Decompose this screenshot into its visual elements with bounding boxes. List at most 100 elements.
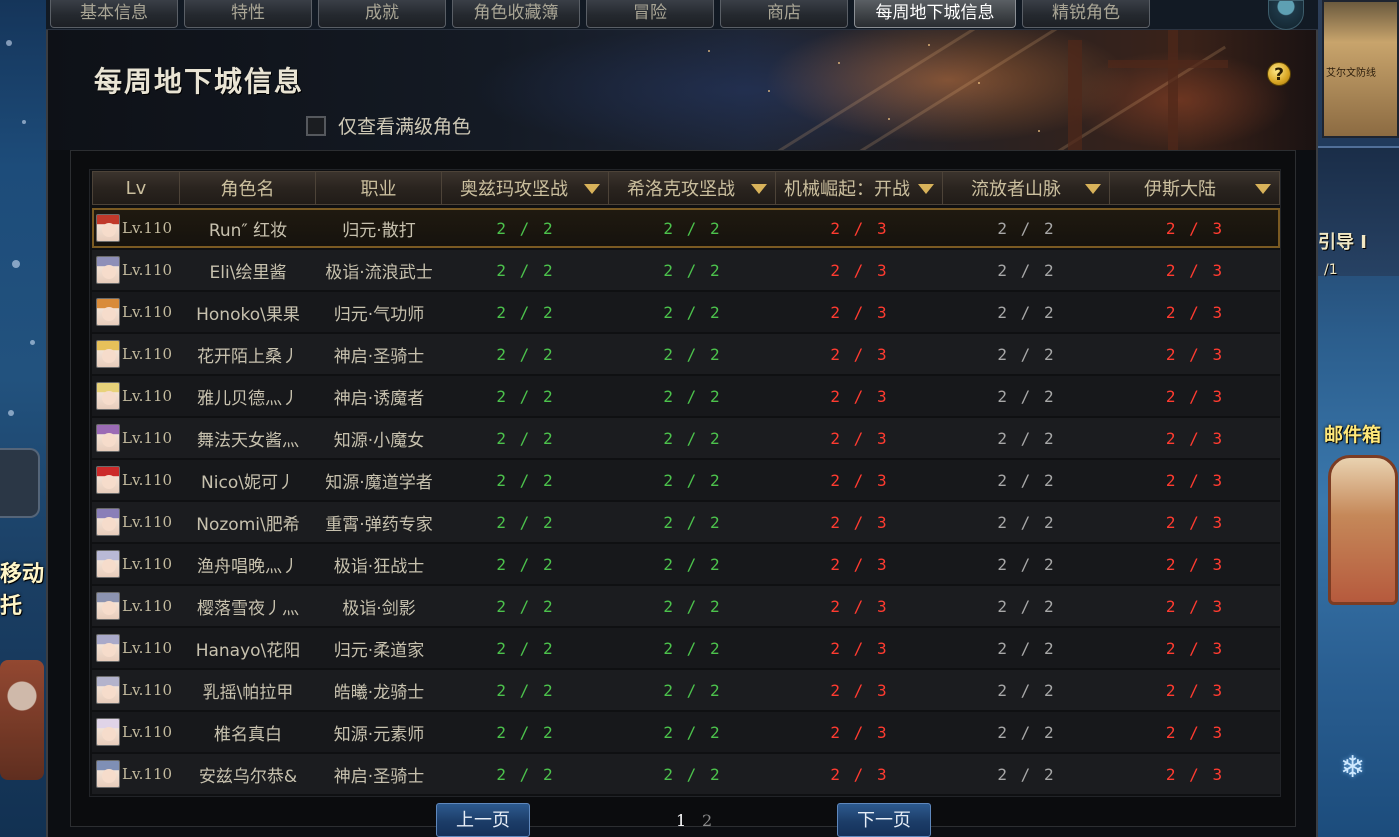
tab-elite-characters[interactable]: 精锐角色: [1022, 0, 1150, 28]
character-avatar-icon: [96, 424, 120, 452]
table-row[interactable]: Lv.110 渔舟唱晚灬丿 极诣·狂战士 2 / 2 2 / 2 2 / 3 2 / 2 2 …: [92, 544, 1280, 584]
dungeon-clear-count: 2 / 2: [663, 554, 722, 574]
tab-adventure[interactable]: 冒险: [586, 0, 714, 28]
tab-shop[interactable]: 商店: [720, 0, 848, 28]
dropdown-arrow-icon[interactable]: [584, 184, 600, 194]
dropdown-arrow-icon[interactable]: [918, 184, 934, 194]
character-job: 知源·魔道学者: [325, 472, 433, 493]
dropdown-arrow-icon[interactable]: [1085, 184, 1101, 194]
table-row[interactable]: Lv.110 Hanayo\花阳 归元·柔道家 2 / 2 2 / 2 2 / 3 2 / …: [92, 628, 1280, 668]
dungeon-clear-count: 2 / 2: [496, 302, 555, 322]
page-number-2[interactable]: 2: [702, 811, 712, 830]
table-row[interactable]: Lv.110 Nozomi\肥希 重霄·弹药专家 2 / 2 2 / 2 2 / 3 2 /…: [92, 502, 1280, 542]
level-cell: Lv.110: [92, 376, 180, 416]
character-job: 归元·气功师: [333, 304, 425, 325]
header-lv[interactable]: Lv: [92, 171, 180, 205]
dungeon-clear-count: 2 / 2: [663, 764, 722, 784]
character-avatar-icon: [96, 214, 120, 242]
dropdown-arrow-icon[interactable]: [1255, 184, 1271, 194]
dungeon-clear-count: 2 / 2: [997, 386, 1056, 406]
character-job: 神启·圣骑士: [333, 346, 425, 367]
character-job: 极诣·剑影: [342, 598, 416, 619]
tab-character-collection[interactable]: 角色收藏簿: [452, 0, 580, 28]
dungeon-clear-count: 2 / 2: [663, 344, 722, 364]
character-name: 渔舟唱晚灬丿: [197, 556, 299, 577]
dungeon-clear-count: 2 / 2: [997, 428, 1056, 448]
dungeon-clear-count: 2 / 2: [997, 638, 1056, 658]
dungeon-clear-count: 2 / 2: [663, 680, 722, 700]
max-level-checkbox[interactable]: [306, 115, 326, 136]
header-dungeon-2-label: 希洛克攻坚战: [627, 179, 735, 200]
dungeon-clear-count: 2 / 3: [1165, 512, 1225, 532]
tab-achievements[interactable]: 成就: [318, 0, 446, 28]
character-name: 椎名真白: [214, 724, 282, 745]
header-dungeon-2[interactable]: 希洛克攻坚战: [609, 171, 776, 205]
table-row[interactable]: Lv.110 安兹乌尔恭& 神启·圣骑士 2 / 2 2 / 2 2 / 3 2 / 2 2 …: [92, 754, 1280, 794]
header-character-name[interactable]: 角色名: [180, 171, 316, 205]
tab-traits[interactable]: 特性: [184, 0, 312, 28]
character-name: Nozomi\肥希: [196, 514, 300, 535]
table-row[interactable]: Lv.110 花开陌上桑丿 神启·圣骑士 2 / 2 2 / 2 2 / 3 2 / 2 2 …: [92, 334, 1280, 374]
header-dungeon-1-label: 奥兹玛攻坚战: [460, 179, 568, 200]
level-cell: Lv.110: [92, 712, 180, 752]
side-tab-handle[interactable]: [0, 448, 40, 518]
character-name: Run″ 红妆: [208, 220, 288, 241]
character-name: 舞法天女酱灬: [197, 430, 299, 451]
dungeon-clear-count: 2 / 2: [997, 764, 1056, 784]
level-cell: Lv.110: [92, 502, 180, 542]
dungeon-clear-count: 2 / 2: [663, 386, 722, 406]
prev-page-button[interactable]: 上一页: [436, 803, 530, 837]
header-dungeon-4[interactable]: 流放者山脉: [943, 171, 1110, 205]
dungeon-clear-count: 2 / 2: [663, 470, 722, 490]
game-background-left: 移动 托: [0, 0, 46, 837]
level-cell: Lv.110: [92, 250, 180, 290]
table-row[interactable]: Lv.110 Nico\妮可丿 知源·魔道学者 2 / 2 2 / 2 2 / 3 2 / …: [92, 460, 1280, 500]
dungeon-clear-count: 2 / 2: [663, 260, 722, 280]
table-row[interactable]: Lv.110 雅儿贝德灬丿 神启·诱魔者 2 / 2 2 / 2 2 / 3 2 / 2 2 …: [92, 376, 1280, 416]
level-text: Lv.110: [122, 429, 173, 447]
character-job: 归元·散打: [342, 220, 416, 241]
page-number-1[interactable]: 1: [676, 811, 686, 830]
header-job[interactable]: 职业: [316, 171, 442, 205]
header-dungeon-5[interactable]: 伊斯大陆: [1110, 171, 1280, 205]
table-row[interactable]: Lv.110 舞法天女酱灬 知源·小魔女 2 / 2 2 / 2 2 / 3 2 / 2 2 …: [92, 418, 1280, 458]
table-row[interactable]: Lv.110 Run″ 红妆 归元·散打 2 / 2 2 / 2 2 / 3 2 / 2 2 …: [92, 208, 1280, 248]
help-icon[interactable]: ?: [1267, 62, 1291, 86]
header-dungeon-1[interactable]: 奥兹玛攻坚战: [442, 171, 609, 205]
dungeon-clear-count: 2 / 3: [1165, 470, 1225, 490]
tab-basic-info[interactable]: 基本信息: [50, 0, 178, 28]
next-page-button[interactable]: 下一页: [837, 803, 931, 837]
dungeon-clear-count: 2 / 3: [1165, 386, 1225, 406]
dungeon-clear-count: 2 / 2: [663, 638, 722, 658]
character-name: 安兹乌尔恭&: [198, 766, 298, 787]
left-overlay-text-2: 托: [0, 593, 23, 619]
dungeon-clear-count: 2 / 2: [496, 386, 555, 406]
dungeon-clear-count: 2 / 2: [496, 218, 555, 238]
dungeon-clear-count: 2 / 2: [997, 512, 1056, 532]
table-row[interactable]: Lv.110 Eli\绘里酱 极诣·流浪武士 2 / 2 2 / 2 2 / 3 2 / 2…: [92, 250, 1280, 290]
character-name: 花开陌上桑丿: [197, 346, 299, 367]
mailbox-icon[interactable]: [1328, 455, 1398, 605]
dungeon-clear-count: 2 / 2: [997, 260, 1056, 280]
dropdown-arrow-icon[interactable]: [751, 184, 767, 194]
dungeon-clear-count: 2 / 3: [830, 554, 889, 574]
level-cell: Lv.110: [92, 334, 180, 374]
tab-weekly-dungeon-info[interactable]: 每周地下城信息: [854, 0, 1016, 28]
table-row[interactable]: Lv.110 樱落雪夜丿灬 极诣·剑影 2 / 2 2 / 2 2 / 3 2 / 2 2 /…: [92, 586, 1280, 626]
dungeon-clear-count: 2 / 2: [997, 554, 1056, 574]
tab-orb-icon[interactable]: [1268, 0, 1304, 30]
header-dungeon-3[interactable]: 机械崛起：开战: [776, 171, 943, 205]
level-text: Lv.110: [122, 765, 173, 783]
dungeon-clear-count: 2 / 2: [496, 428, 555, 448]
table-row[interactable]: Lv.110 乳摇\帕拉甲 皓曦·龙骑士 2 / 2 2 / 2 2 / 3 2 / 2 2 …: [92, 670, 1280, 710]
character-job: 极诣·狂战士: [333, 556, 425, 577]
guide-panel[interactable]: [1318, 146, 1399, 276]
page-title: 每周地下城信息: [94, 65, 305, 98]
max-level-filter-label: 仅查看满级角色: [338, 116, 472, 138]
dungeon-clear-count: 2 / 2: [997, 470, 1056, 490]
max-level-filter[interactable]: 仅查看满级角色: [306, 112, 471, 139]
dungeon-clear-count: 2 / 2: [663, 302, 722, 322]
table-row[interactable]: Lv.110 椎名真白 知源·元素师 2 / 2 2 / 2 2 / 3 2 / 2 2 / …: [92, 712, 1280, 752]
table-row[interactable]: Lv.110 Honoko\果果 归元·气功师 2 / 2 2 / 2 2 / 3 2 / …: [92, 292, 1280, 332]
minimap[interactable]: 艾尔文防线: [1322, 0, 1399, 138]
